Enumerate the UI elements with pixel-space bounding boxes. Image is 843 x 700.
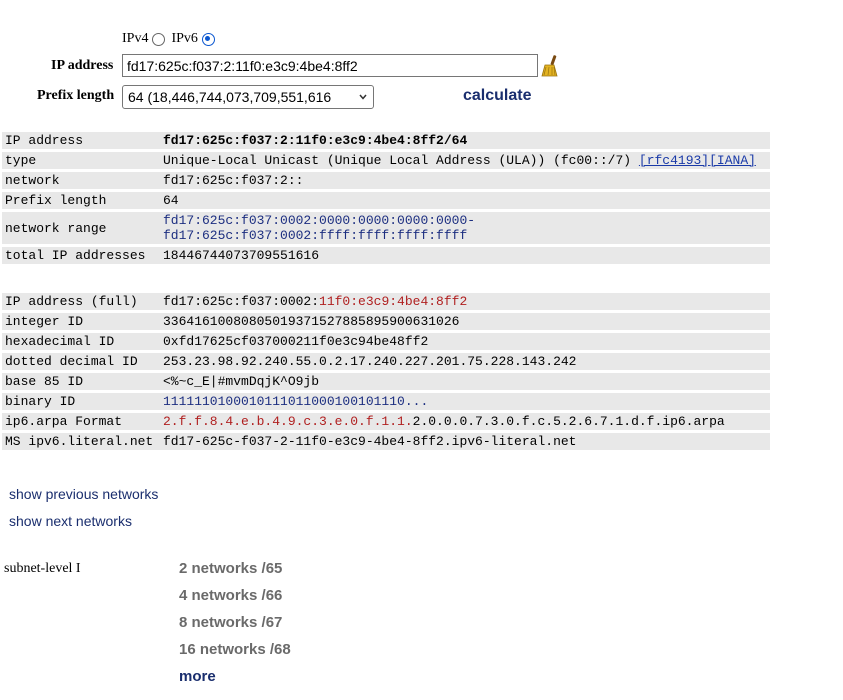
ip-cidr-value: fd17:625c:f037:2:11f0:e3c9:4be4:8ff2/64 [160,132,770,149]
row-key: ip6.arpa Format [2,413,160,430]
dotted-decimal-value: 253.23.98.92.240.55.0.2.17.240.227.201.7… [160,353,770,370]
network-range-cell: fd17:625c:f037:0002:0000:0000:0000:0000-… [160,212,770,244]
prefix-length-select[interactable]: 64 (18,446,744,073,709,551,616 [122,85,374,109]
type-cell: Unique-Local Unicast (Unique Local Addre… [160,152,770,169]
ipv4-label: IPv4 [122,31,149,46]
total-addresses-value: 18446744073709551616 [160,247,770,264]
row-key: integer ID [2,313,160,330]
subnet-link[interactable]: 8 networks /67 [179,614,291,641]
literal-net-value: fd17-625c-f037-2-11f0-e3c9-4be4-8ff2.ipv… [160,433,770,450]
table-row: IP address fd17:625c:f037:2:11f0:e3c9:4b… [2,132,770,149]
network-value: fd17:625c:f037:2:: [160,172,770,189]
base85-value: <%~c_E|#mvmDqjK^O9jb [160,373,770,390]
ipv4-radio[interactable] [152,32,166,46]
table-row: MS ipv6.literal.net fd17-625c-f037-2-11f… [2,433,770,450]
calculate-button[interactable]: calculate [463,87,531,105]
table-row: IP address (full) fd17:625c:f037:0002:11… [2,293,770,310]
subnet-level-label: subnet-level I [4,561,81,576]
ip-id-table: IP address (full) fd17:625c:f037:0002:11… [2,290,770,453]
full-ip-network-part: fd17:625c:f037:0002: [163,294,320,309]
arpa-network-part: 2.0.0.0.7.3.0.f.c.5.2.6.7.1.d.f.ip6.arpa [412,414,725,429]
more-subnets-link[interactable]: more [179,668,291,695]
row-key: total IP addresses [2,247,160,264]
table-row: base 85 ID <%~c_E|#mvmDqjK^O9jb [2,373,770,390]
table-row: hexadecimal ID 0xfd17625cf037000211f0e3c… [2,333,770,350]
ipv6-radio[interactable] [201,32,215,46]
chevron-down-icon [359,94,367,100]
table-row: Prefix length 64 [2,192,770,209]
binary-id-value[interactable]: 1111110100010111011000100101110... [160,393,770,410]
ip-address-label: IP address [51,58,114,73]
table-row: type Unique-Local Unicast (Unique Local … [2,152,770,169]
table-row: ip6.arpa Format 2.f.f.8.4.e.b.4.9.c.3.e.… [2,413,770,430]
table-row: network fd17:625c:f037:2:: [2,172,770,189]
row-key: network range [2,212,160,244]
full-ip-host-part: 11f0:e3c9:4be4:8ff2 [319,294,468,309]
table-row: total IP addresses 18446744073709551616 [2,247,770,264]
table-row: binary ID 111111010001011101100010010111… [2,393,770,410]
prefix-length-label: Prefix length [37,88,115,103]
iana-link[interactable]: [IANA] [709,153,756,168]
row-key: network [2,172,160,189]
show-previous-networks-link[interactable]: show previous networks [9,486,158,502]
clear-broom-icon[interactable] [540,54,560,78]
range-end: fd17:625c:f037:0002:ffff:ffff:ffff:ffff [163,228,468,243]
ip-address-input[interactable] [122,54,538,77]
subnet-link[interactable]: 16 networks /68 [179,641,291,668]
row-key: IP address [2,132,160,149]
row-key: IP address (full) [2,293,160,310]
arpa-cell: 2.f.f.8.4.e.b.4.9.c.3.e.0.f.1.1.2.0.0.0.… [160,413,770,430]
ipv6-label: IPv6 [171,31,198,46]
full-ip-cell: fd17:625c:f037:0002:11f0:e3c9:4be4:8ff2 [160,293,770,310]
hex-id-value: 0xfd17625cf037000211f0e3c94be48ff2 [160,333,770,350]
prefix-length-value: 64 (18,446,744,073,709,551,616 [128,89,332,105]
subnet-link[interactable]: 2 networks /65 [179,560,291,587]
table-row: integer ID 33641610080805019371527885895… [2,313,770,330]
ip-version-radios: IPv4 IPv6 [122,31,221,47]
show-next-networks-link[interactable]: show next networks [9,513,132,529]
range-start: fd17:625c:f037:0002:0000:0000:0000:0000- [163,213,476,228]
row-key: MS ipv6.literal.net [2,433,160,450]
row-key: hexadecimal ID [2,333,160,350]
network-info-table: IP address fd17:625c:f037:2:11f0:e3c9:4b… [2,129,770,267]
arpa-host-part: 2.f.f.8.4.e.b.4.9.c.3.e.0.f.1.1. [163,414,413,429]
ipv6-option[interactable]: IPv6 [171,31,215,47]
prefix-length-result: 64 [160,192,770,209]
rfc4193-link[interactable]: [rfc4193] [639,153,709,168]
subnet-link[interactable]: 4 networks /66 [179,587,291,614]
row-key: dotted decimal ID [2,353,160,370]
table-row: dotted decimal ID 253.23.98.92.240.55.0.… [2,353,770,370]
ipv4-option[interactable]: IPv4 [122,31,166,47]
row-key: binary ID [2,393,160,410]
row-key: base 85 ID [2,373,160,390]
row-key: type [2,152,160,169]
subnet-list: 2 networks /65 4 networks /66 8 networks… [179,560,291,695]
row-key: Prefix length [2,192,160,209]
integer-id-value: 33641610080805019371527885895900631026 [160,313,770,330]
type-value: Unique-Local Unicast (Unique Local Addre… [163,153,632,168]
table-row: network range fd17:625c:f037:0002:0000:0… [2,212,770,244]
